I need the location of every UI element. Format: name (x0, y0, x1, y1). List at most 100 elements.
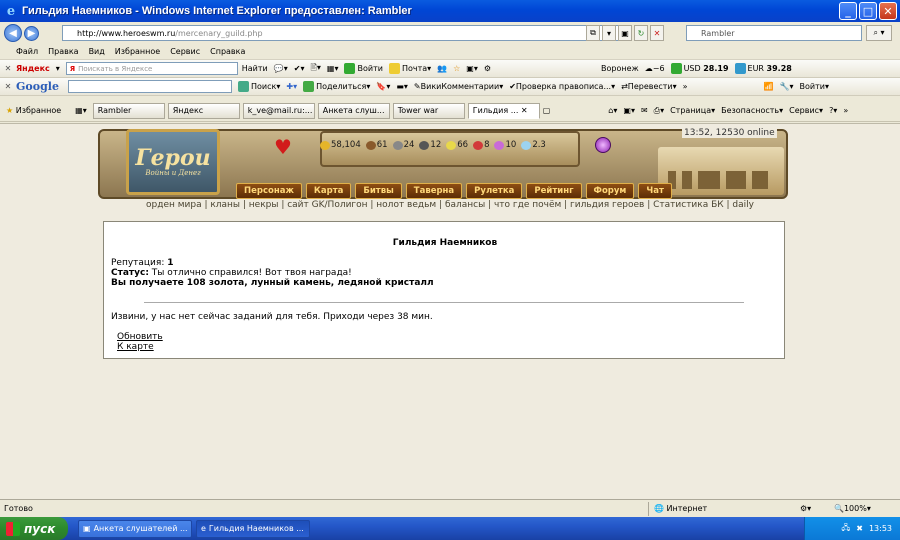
mercury-icon (419, 140, 430, 150)
yandex-close-icon[interactable]: ✕ (0, 64, 16, 73)
protected-mode-icon[interactable]: ⚙▾ (800, 504, 811, 513)
google-tools-icon[interactable]: ▬▾ (396, 82, 408, 91)
refresh-icon[interactable]: ↻ (634, 25, 648, 41)
search-input[interactable]: Rambler (686, 25, 862, 41)
yandex-dropdown-icon[interactable]: ▾ (56, 64, 60, 73)
yandex-find-button[interactable]: Найти (242, 64, 268, 73)
new-tab-button[interactable]: ▢ (543, 106, 551, 115)
yandex-check-icon[interactable]: ✔▾ (294, 64, 305, 73)
google-plus-icon[interactable]: ✚▾ (286, 82, 297, 91)
google-search-input[interactable] (68, 80, 232, 93)
game-logo[interactable]: Герои Войны и Денег (126, 129, 220, 195)
nav-map[interactable]: Карта (305, 183, 352, 199)
toolbar-more-icon[interactable]: » (843, 106, 848, 115)
close-button[interactable]: ✕ (879, 2, 897, 20)
tools-menu[interactable]: Сервис ▾ (789, 106, 823, 115)
nav-roulette[interactable]: Рулетка (466, 183, 523, 199)
nav-tavern[interactable]: Таверна (405, 183, 463, 199)
google-wifi-icon[interactable]: 📶 (764, 82, 774, 91)
compat-view-icon[interactable]: ⧉ (586, 25, 600, 41)
google-share-button[interactable]: Поделиться ▾ (303, 81, 370, 92)
nav-chat[interactable]: Чат (638, 183, 672, 199)
forward-button[interactable]: ▶ (24, 25, 39, 41)
home-icon[interactable]: ⌂▾ (608, 106, 617, 115)
nav-forum[interactable]: Форум (585, 183, 635, 199)
quick-tabs-icon[interactable]: ▦▾ (75, 106, 87, 115)
google-wiki-button[interactable]: ✎ ВикиКомментарии ▾ (414, 82, 503, 91)
yandex-login-button[interactable]: Войти (344, 63, 383, 74)
menu-view[interactable]: Вид (89, 47, 105, 56)
yandex-city[interactable]: Воронеж (601, 64, 639, 73)
tab-tower-war[interactable]: Tower war (392, 102, 465, 119)
map-link[interactable]: К карте (117, 342, 163, 352)
favorites-button[interactable]: ★ Избранное (6, 106, 61, 115)
tab-rambler[interactable]: Rambler (92, 102, 165, 119)
crystal-icon (473, 140, 484, 150)
stop-icon[interactable]: ✕ (650, 25, 664, 41)
zoom-control[interactable]: 🔍 100% ▾ (834, 504, 871, 513)
google-wrench-icon[interactable]: 🔧▾ (780, 82, 794, 91)
res-diamond-value: 2.3 (532, 140, 546, 150)
yandex-chat-icon[interactable]: 💬▾ (274, 64, 288, 73)
address-bar[interactable]: http://www.heroeswm.ru/mercenary_guild.p… (62, 25, 622, 41)
help-icon[interactable]: ?▾ (829, 106, 837, 115)
resource-line: 58,104 61 24 12 66 8 10 2.3 (320, 140, 546, 150)
yandex-usd[interactable]: USD 28.19 (670, 63, 729, 74)
tab-yandex[interactable]: Яндекс (167, 102, 240, 119)
tray-network-icon[interactable]: 🖧 (841, 522, 850, 536)
back-button[interactable]: ◀ (4, 24, 22, 42)
clock[interactable]: 13:53 (869, 524, 892, 533)
tab-mail[interactable]: k_ve@mail.ru:... (242, 102, 315, 119)
zone-indicator[interactable]: 🌐 Интернет (654, 504, 707, 513)
mail-read-icon[interactable]: ✉ (641, 106, 648, 115)
menu-file[interactable]: Файл (16, 47, 38, 56)
yandex-bookmark-icon[interactable]: ▦▾ (327, 64, 339, 73)
yandex-star-icon[interactable]: ☆ (453, 64, 460, 73)
feeds-icon[interactable]: ▣▾ (623, 106, 635, 115)
google-spell-button[interactable]: ✔ Проверка правописа... ▾ (509, 82, 615, 91)
google-bookmark-icon[interactable]: 🔖▾ (376, 82, 390, 91)
google-close-icon[interactable]: ✕ (0, 82, 16, 91)
refresh-link[interactable]: Обновить (117, 332, 163, 342)
yandex-app-icon[interactable]: ▣▾ (466, 64, 478, 73)
window-title-bar[interactable]: e Гильдия Наемников - Windows Internet E… (0, 0, 900, 22)
sublinks-bar[interactable]: орден мира | кланы | некры | сайт GK/Пол… (0, 200, 900, 210)
yandex-translate-icon[interactable]: 🖹▾ (310, 62, 320, 76)
print-icon[interactable]: ⎙▾ (654, 106, 664, 116)
yandex-brand[interactable]: Яндекс (16, 64, 50, 73)
reputation-row: Репутация: 1 (111, 258, 174, 268)
task-guild[interactable]: e Гильдия Наемников ... (196, 519, 310, 538)
yandex-settings-icon[interactable]: ⚙ (484, 64, 491, 73)
menu-favorites[interactable]: Избранное (115, 47, 160, 56)
nav-rating[interactable]: Рейтинг (526, 183, 582, 199)
rss-icon[interactable]: ▣ (618, 25, 632, 41)
yandex-mail-button[interactable]: Почта ▾ (388, 63, 431, 74)
window-title: Гильдия Наемников - Windows Internet Exp… (22, 5, 412, 17)
menu-help[interactable]: Справка (210, 47, 245, 56)
yandex-eur[interactable]: EUR 39.28 (734, 63, 792, 74)
nav-character[interactable]: Персонаж (236, 183, 302, 199)
address-dropdown-icon[interactable]: ▾ (602, 25, 616, 41)
tray-antivirus-icon[interactable]: ✖ (856, 524, 863, 533)
google-more-icon[interactable]: » (683, 82, 688, 91)
tab-anketa[interactable]: Анкета слуш... (317, 102, 390, 119)
yandex-people-icon[interactable]: 👥 (437, 64, 447, 73)
nav-battles[interactable]: Битвы (355, 183, 402, 199)
magic-orb-icon[interactable] (595, 137, 611, 153)
menu-tools[interactable]: Сервис (170, 47, 200, 56)
search-go-button[interactable]: ⌕ ▾ (866, 25, 892, 41)
safety-menu[interactable]: Безопасность ▾ (721, 106, 783, 115)
yandex-search-input[interactable]: Я Поискать в Яндексе (65, 62, 238, 75)
tab-guild[interactable]: Гильдия ... ✕ (467, 102, 540, 119)
minimize-button[interactable]: _ (839, 2, 857, 20)
page-menu[interactable]: Страница ▾ (670, 106, 715, 115)
menu-edit[interactable]: Правка (48, 47, 78, 56)
google-translate-button[interactable]: ⇄ Перевести ▾ (621, 82, 677, 91)
task-anketa[interactable]: ▣ Анкета слушателей ... (78, 519, 192, 538)
google-search-button[interactable]: Поиск ▾ (238, 81, 280, 92)
google-login-button[interactable]: Войти ▾ (800, 82, 829, 91)
yandex-weather[interactable]: ☁ −6 (645, 64, 665, 73)
heart-icon[interactable]: ♥ (274, 135, 292, 159)
maximize-button[interactable]: □ (859, 2, 877, 20)
start-button[interactable]: пуск (0, 517, 68, 540)
